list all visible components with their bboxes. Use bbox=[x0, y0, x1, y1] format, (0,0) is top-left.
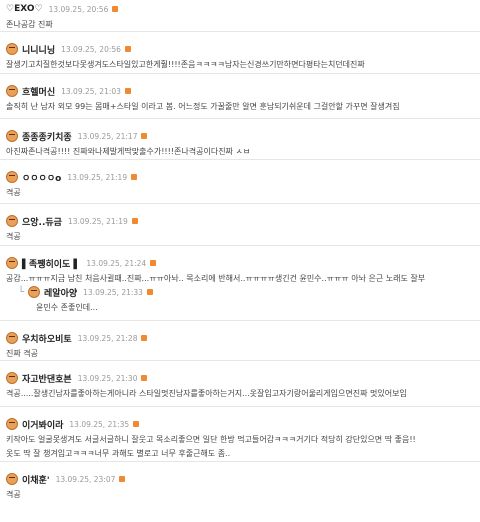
comment-author[interactable]: 종종종키치종 bbox=[22, 130, 72, 143]
reply-icon[interactable] bbox=[124, 88, 131, 94]
comment-author[interactable]: 이채훈' bbox=[22, 473, 50, 486]
reply-icon[interactable] bbox=[131, 174, 138, 180]
comment-date: 13.09.25, 21:28 bbox=[77, 333, 138, 343]
reply-icon[interactable] bbox=[141, 133, 148, 139]
comment-date: 13.09.25, 21:30 bbox=[77, 373, 138, 383]
comment-author[interactable]: 레알아양 bbox=[44, 286, 77, 299]
comment-text: 키작아도 얼굴못생겨도 서글서글하니 잘웃고 목소리좋으면 일단 한방 먹고들어… bbox=[6, 435, 416, 444]
comment-text: 존나공감 진짜 bbox=[6, 20, 53, 29]
avatar-icon bbox=[6, 418, 18, 430]
comment-author[interactable]: 흐헬머신 bbox=[22, 85, 55, 98]
comment-author[interactable]: 니니니닝 bbox=[22, 43, 55, 56]
comment: ㅇㅇㅇㅇo 13.09.25, 21:19 격공 bbox=[0, 160, 480, 204]
comment-text: 솔직히 난 남자 외모 99는 몸매+스타일 이라고 봄. 어느정도 가꿀줄만 … bbox=[6, 102, 400, 111]
avatar-icon bbox=[6, 257, 18, 269]
comment-text: 아진짜존나격공!!!! 진짜와나제발게딱맞출수가!!!!존나격공이다진짜 ㅅㅂ bbox=[6, 147, 251, 156]
comment: ♡EXO♡ 13.09.25, 20:56 존나공감 진짜 bbox=[0, 0, 480, 32]
comment: 니니니닝 13.09.25, 20:56 잘생기고치질한것보다못생겨도스타일있고… bbox=[0, 32, 480, 74]
comment: 으앙..듀금 13.09.25, 21:19 격공 bbox=[0, 204, 480, 246]
avatar-icon bbox=[6, 372, 18, 384]
comment-date: 13.09.25, 21:17 bbox=[77, 131, 138, 141]
comment-date: 13.09.25, 23:07 bbox=[55, 474, 116, 484]
avatar-icon bbox=[28, 286, 41, 298]
comment: 이채훈' 13.09.25, 23:07 격공 bbox=[0, 462, 480, 502]
comment-date: 13.09.25, 21:19 bbox=[67, 216, 128, 226]
comment: ▌족쨍히이도 ▌ 13.09.25, 21:24 공감...ㅠㅠㅠ지금 남친 처… bbox=[0, 246, 480, 283]
avatar-icon bbox=[6, 171, 18, 183]
comment: 우치하오비토 13.09.25, 21:28 진짜 격공 bbox=[0, 321, 480, 361]
comment-date: 13.09.25, 21:19 bbox=[67, 172, 128, 182]
reply-icon[interactable] bbox=[131, 218, 138, 224]
comment-author[interactable]: 으앙..듀금 bbox=[22, 215, 62, 228]
reply-icon[interactable] bbox=[119, 476, 126, 482]
comment-text: 격공 bbox=[6, 232, 21, 241]
avatar-icon bbox=[6, 473, 18, 485]
reply-arrow-icon: └ bbox=[18, 286, 25, 298]
reply-icon[interactable] bbox=[141, 375, 148, 381]
comment-date: 13.09.25, 21:33 bbox=[83, 287, 143, 297]
comment-text: 윤민수 존좋인데... bbox=[36, 303, 98, 312]
comment-date: 13.09.25, 20:56 bbox=[61, 44, 121, 54]
reply-icon[interactable] bbox=[150, 260, 157, 266]
reply-icon[interactable] bbox=[133, 421, 140, 427]
comment-text: 옷도 딱 잘 챙겨입고ㅋㅋㅋ너무 과해도 별로고 너무 후줄근해도 좀.. bbox=[6, 449, 231, 458]
reply-comment: └ 레알아양 13.09.25, 21:33 윤민수 존좋인데... bbox=[0, 283, 480, 321]
comment-text: 격공 bbox=[6, 188, 21, 197]
reply-icon[interactable] bbox=[124, 46, 131, 52]
avatar-icon bbox=[6, 130, 18, 142]
comment-author[interactable]: ㅇㅇㅇㅇo bbox=[22, 171, 61, 184]
comment: 자고반댄호븐 13.09.25, 21:30 격공.....잘생긴남자를좋아하는… bbox=[0, 361, 480, 407]
comment-author[interactable]: 이거봐이라 bbox=[22, 418, 63, 431]
avatar-icon bbox=[6, 215, 18, 227]
comment-author[interactable]: ▌족쨍히이도 ▌ bbox=[22, 257, 80, 270]
avatar-icon bbox=[6, 43, 18, 55]
comment-date: 13.09.25, 21:24 bbox=[86, 258, 147, 268]
reply-icon[interactable] bbox=[146, 289, 153, 295]
comment: 이거봐이라 13.09.25, 21:35 키작아도 얼굴못생겨도 서글서글하니… bbox=[0, 407, 480, 462]
comment-date: 13.09.25, 21:35 bbox=[69, 419, 130, 429]
comment: 종종종키치종 13.09.25, 21:17 아진짜존나격공!!!! 진짜와나제… bbox=[0, 119, 480, 160]
comment-date: 13.09.25, 21:03 bbox=[61, 86, 121, 96]
comment-author[interactable]: ♡EXO♡ bbox=[6, 4, 43, 14]
avatar-icon bbox=[6, 332, 18, 344]
comment-list: ♡EXO♡ 13.09.25, 20:56 존나공감 진짜 니니니닝 13.09… bbox=[0, 0, 480, 502]
avatar-icon bbox=[6, 85, 18, 97]
comment-text: 진짜 격공 bbox=[6, 349, 38, 358]
comment-text: 잘생기고치질한것보다못생겨도스타일있고한게훨!!!!존음ㅋㅋㅋㅋ남자는신경쓰기만… bbox=[6, 60, 365, 69]
reply-icon[interactable] bbox=[141, 335, 148, 341]
comment: 흐헬머신 13.09.25, 21:03 솔직히 난 남자 외모 99는 몸매+… bbox=[0, 74, 480, 119]
comment-author[interactable]: 우치하오비토 bbox=[22, 332, 72, 345]
reply-icon[interactable] bbox=[112, 6, 119, 12]
comment-author[interactable]: 자고반댄호븐 bbox=[22, 372, 72, 385]
comment-text: 격공.....잘생긴남자를좋아하는게아니라 스타일멋진남자를좋아하는거지...옷… bbox=[6, 389, 407, 398]
comment-date: 13.09.25, 20:56 bbox=[48, 4, 109, 14]
comment-text: 격공 bbox=[6, 490, 21, 499]
